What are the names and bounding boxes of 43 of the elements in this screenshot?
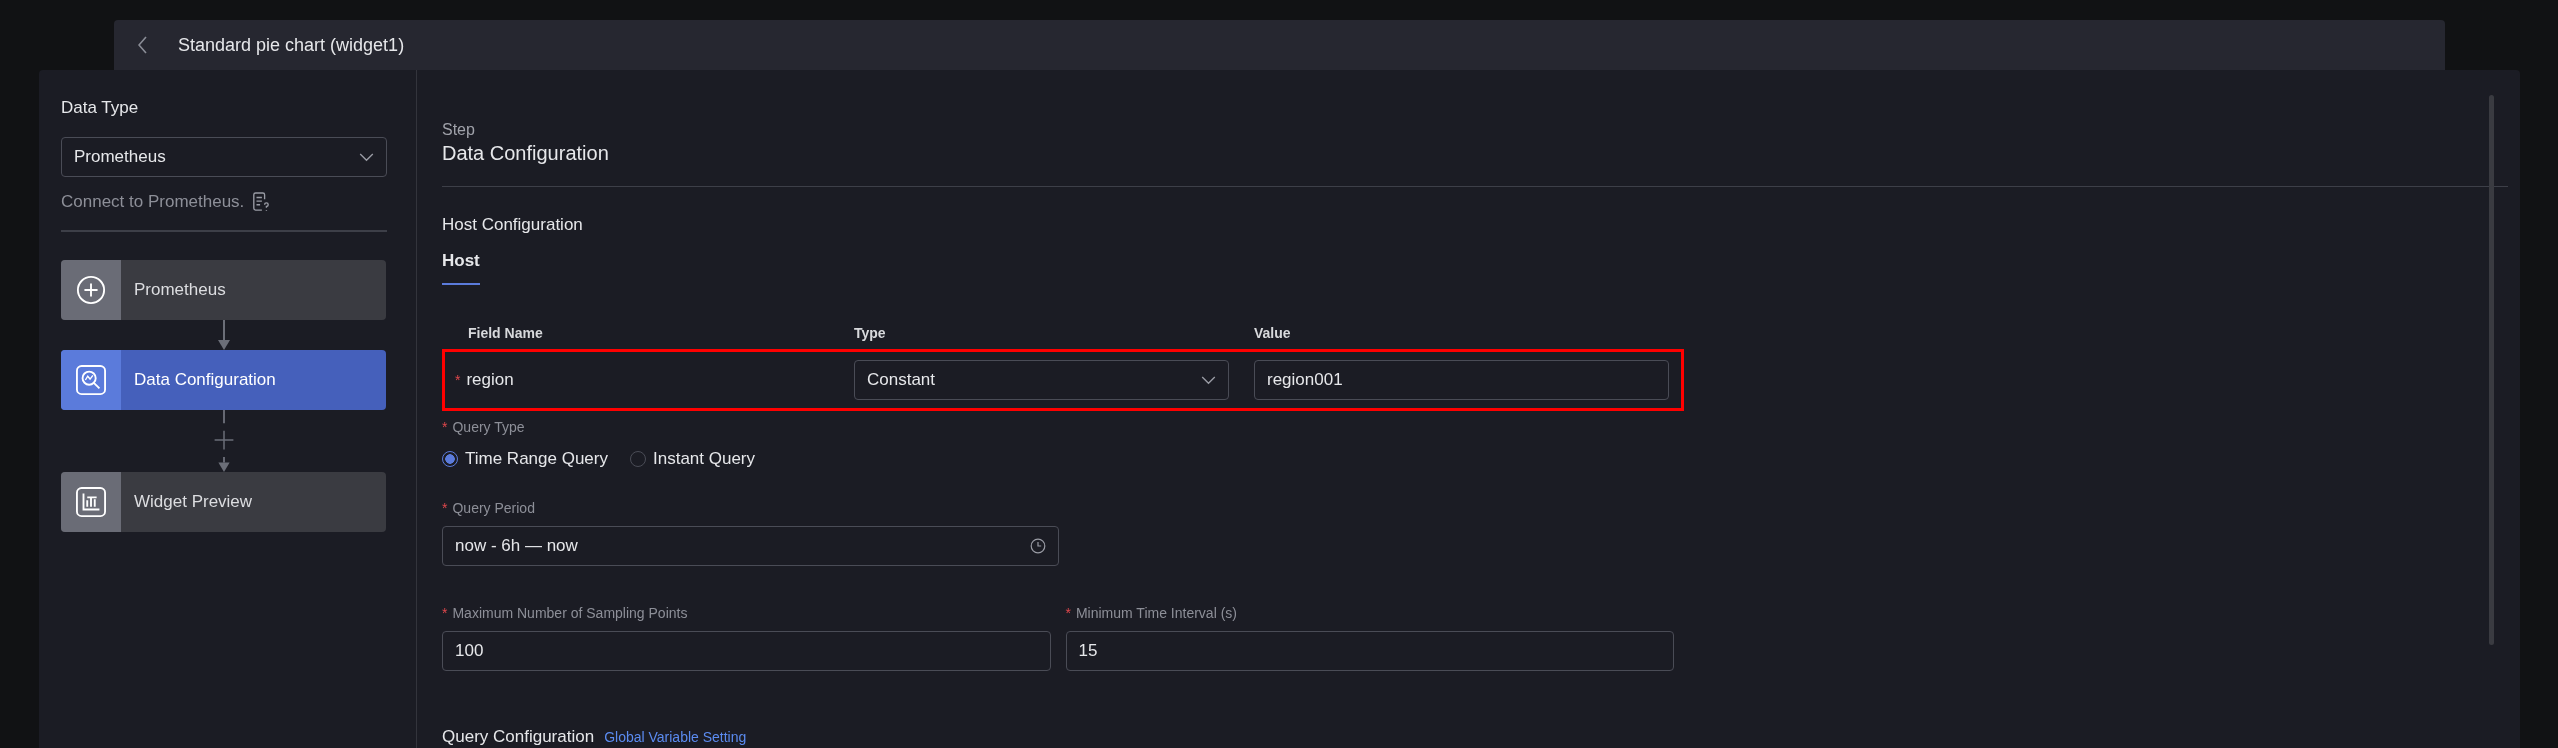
required-mark: * xyxy=(455,372,461,388)
plus-circle-icon xyxy=(76,275,106,305)
step-card[interactable]: Data Configuration xyxy=(61,350,386,410)
chart-search-icon xyxy=(76,365,106,395)
radio-option[interactable]: Instant Query xyxy=(630,449,756,469)
required-mark: * xyxy=(1065,605,1071,621)
step-label: Step xyxy=(442,121,476,139)
field-label: Query Period xyxy=(452,500,535,516)
hint-text: Connect to Prometheus. xyxy=(61,192,245,212)
required-mark: * xyxy=(442,500,448,516)
widget-title: Standard pie chart (widget1) xyxy=(178,34,405,56)
column-header: Value xyxy=(1254,325,1291,341)
global-variable-link[interactable]: Global Variable Setting xyxy=(604,729,747,745)
bar-chart-icon xyxy=(76,487,106,517)
document-help-icon[interactable] xyxy=(252,192,271,212)
step-title: Data Configuration xyxy=(442,142,610,165)
field-label: Minimum Time Interval (s) xyxy=(1075,605,1237,621)
field-label: Maximum Number of Sampling Points xyxy=(452,605,688,621)
number-input[interactable]: 15 xyxy=(1065,631,1674,671)
tab[interactable]: Host xyxy=(442,251,480,285)
column-header: Type xyxy=(854,325,887,341)
data-type-select[interactable]: Prometheus xyxy=(61,137,387,177)
chevron-down-icon xyxy=(1201,375,1216,385)
chevron-down-icon xyxy=(359,152,374,162)
step-card[interactable]: Widget Preview xyxy=(61,472,386,532)
clock-icon xyxy=(1030,538,1046,554)
number-input[interactable]: 100 xyxy=(442,631,1051,671)
field-name: region xyxy=(466,370,514,390)
required-mark: * xyxy=(442,605,448,621)
scrollbar[interactable] xyxy=(2489,95,2494,645)
time-range-field[interactable]: now - 6h — now xyxy=(442,526,1059,566)
field-label: Query Type xyxy=(452,419,525,435)
radio-option[interactable]: Time Range Query xyxy=(442,449,608,469)
section-title: Query Configuration xyxy=(442,727,595,747)
column-header: Field Name xyxy=(467,325,544,341)
value-input[interactable]: region001 xyxy=(1254,360,1669,400)
step-card[interactable]: Prometheus xyxy=(61,260,386,320)
data-type-label: Data Type xyxy=(61,98,140,118)
section-title: Host Configuration xyxy=(442,215,584,235)
radio-button[interactable] xyxy=(442,451,458,467)
back-icon[interactable] xyxy=(138,36,148,54)
required-mark: * xyxy=(442,419,448,435)
type-select[interactable]: Constant xyxy=(854,360,1229,400)
